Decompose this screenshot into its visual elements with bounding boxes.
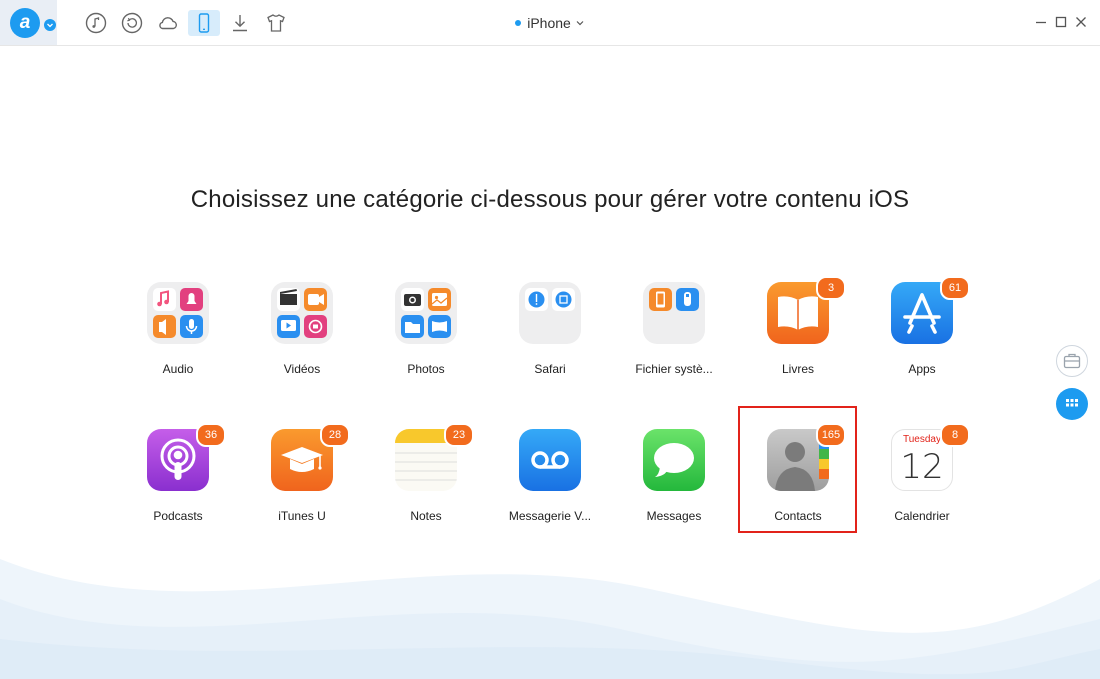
count-badge: 3 [816,276,846,300]
categories-view-button[interactable] [1056,388,1088,420]
category-label: Apps [908,362,936,376]
audio-icon [147,282,209,344]
category-calendar[interactable]: Tuesday 12 8 Calendrier [860,423,984,539]
category-videos[interactable]: Vidéos [240,282,364,392]
category-label: Audio [162,362,194,376]
count-badge: 61 [940,276,970,300]
category-file-system[interactable]: Fichier systè... [612,282,736,392]
category-label: Livres [781,362,814,376]
category-label: Vidéos [283,362,321,376]
category-messages[interactable]: Messages [612,429,736,539]
background-wave [0,559,1100,679]
category-label: Podcasts [153,509,203,523]
category-notes[interactable]: 23 Notes [364,423,488,539]
category-itunes-u[interactable]: 28 iTunes U [240,423,364,539]
category-safari[interactable]: Safari [488,282,612,392]
photos-icon [395,282,457,344]
top-toolbar: a iPhone [0,0,1100,46]
maximize-icon[interactable] [1054,15,1068,29]
count-badge: 28 [320,423,350,447]
category-label: Calendrier [894,509,950,523]
app-menu-button[interactable]: a [0,0,57,45]
category-label: Photos [407,362,445,376]
device-name: iPhone [527,15,571,31]
app-logo-icon: a [10,8,40,38]
device-selector[interactable]: iPhone [500,14,600,32]
category-podcasts[interactable]: 36 Podcasts [116,423,240,539]
category-label: Notes [410,509,442,523]
connection-dot [515,20,522,26]
category-voicemail[interactable]: Messagerie V... [488,429,612,539]
selection-highlight [738,406,857,533]
briefcase-icon [1063,353,1081,369]
page-title: Choisissez une catégorie ci-dessous pour… [190,186,910,213]
phone-icon [198,13,210,33]
category-audio[interactable]: Audio [116,282,240,392]
download-icon[interactable] [228,11,252,35]
category-label: Safari [534,362,566,376]
videos-icon [271,282,333,344]
category-photos[interactable]: Photos [364,282,488,392]
restore-icon[interactable] [120,11,144,35]
chevron-down-icon [576,21,584,26]
count-badge: 8 [940,423,970,447]
count-badge: 23 [444,423,474,447]
category-label: Messagerie V... [508,509,592,523]
category-label: Messages [646,509,702,523]
cloud-icon[interactable] [156,11,180,35]
category-label: iTunes U [278,509,326,523]
minimize-icon[interactable] [1034,15,1048,29]
grid-icon [1066,399,1078,407]
toolkit-button[interactable] [1056,345,1088,377]
shirt-icon[interactable] [264,11,288,35]
messages-icon [643,429,705,491]
category-label: Fichier systè... [635,362,713,376]
voicemail-icon [519,429,581,491]
device-tab[interactable] [188,10,220,36]
chevron-down-icon[interactable] [44,19,56,31]
file-system-icon [643,282,705,344]
calendar-day-number: 12 [900,447,944,487]
music-icon[interactable] [84,11,108,35]
safari-icon [519,282,581,344]
category-books[interactable]: 3 Livres [736,276,860,392]
close-icon[interactable] [1074,15,1088,29]
count-badge: 36 [196,423,226,447]
category-apps[interactable]: 61 Apps [860,276,984,392]
